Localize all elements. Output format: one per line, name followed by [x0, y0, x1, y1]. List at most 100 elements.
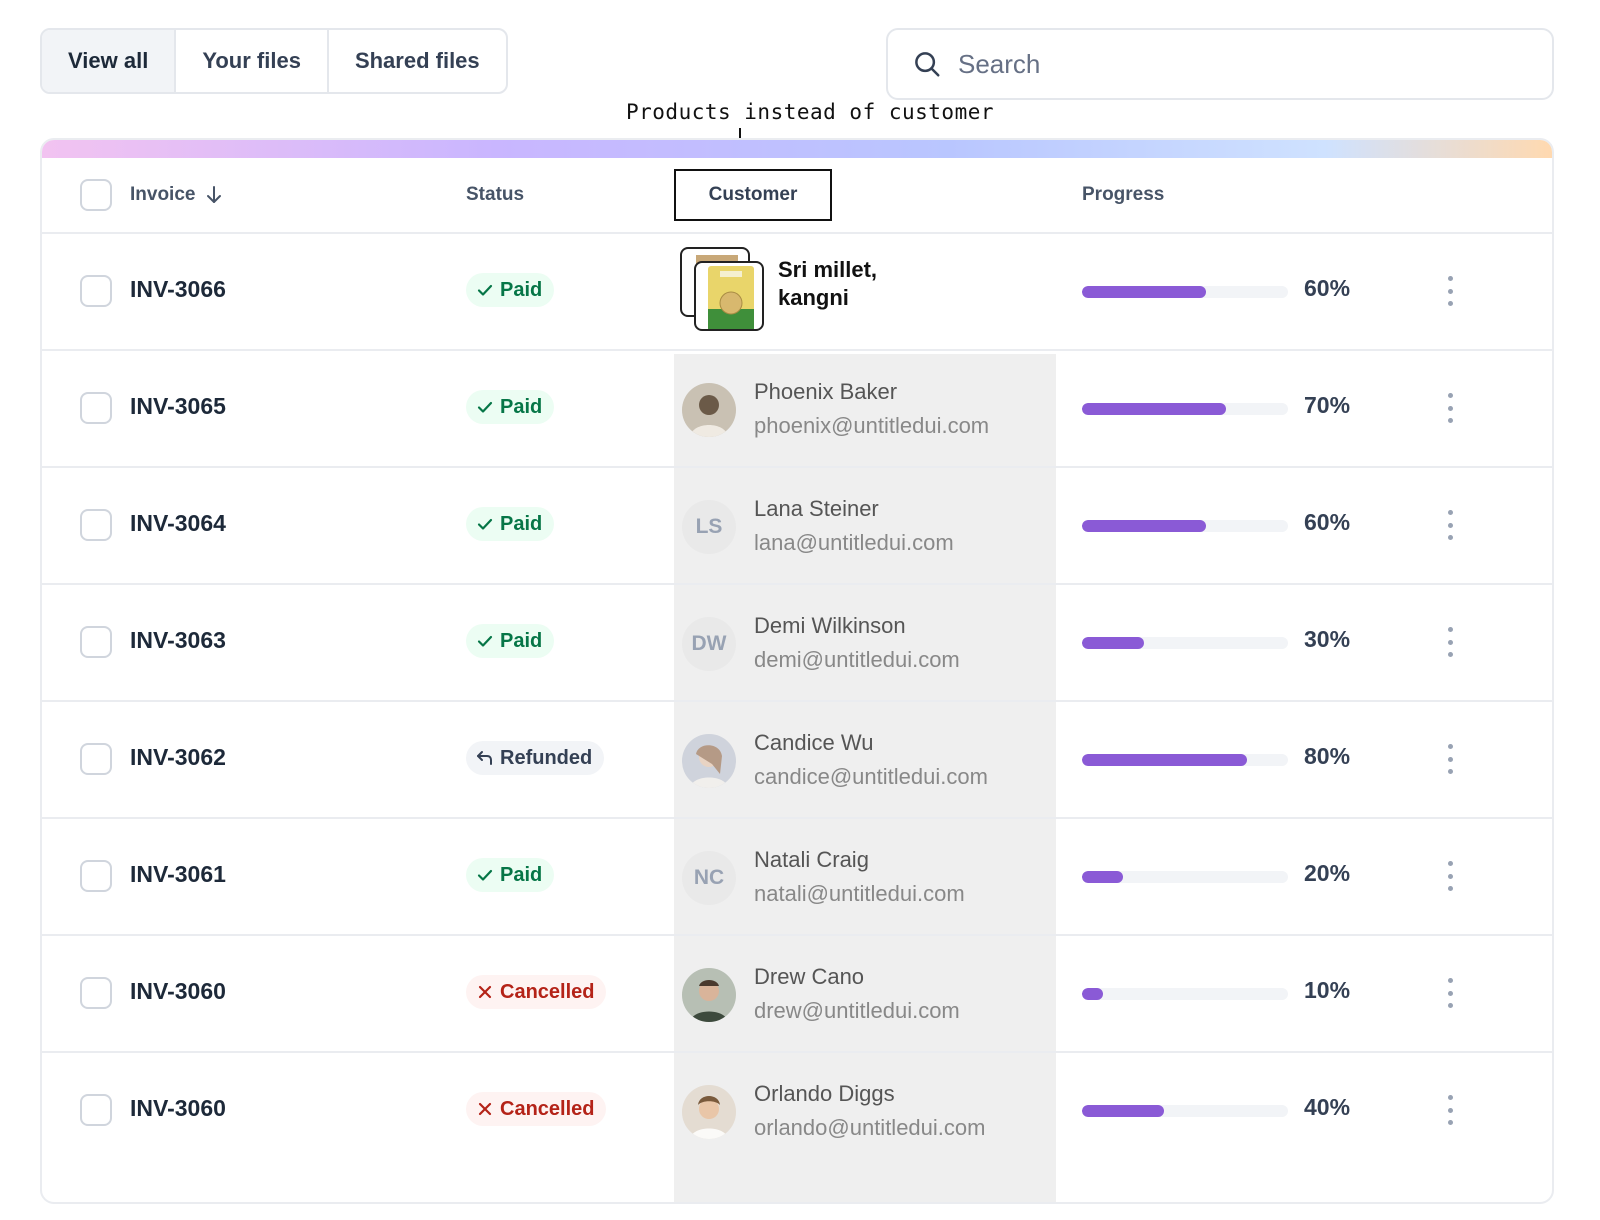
user-photo-icon: [682, 734, 736, 788]
status-label: Paid: [500, 863, 543, 886]
header-status: Status: [466, 184, 525, 205]
table-row[interactable]: INV-3060 Cancelled Orlando Diggs orlando…: [42, 1053, 1552, 1170]
row-checkbox[interactable]: [80, 626, 112, 658]
progress-bar: [1082, 988, 1288, 1000]
progress-bar: [1082, 286, 1288, 298]
user-photo-icon: [682, 968, 736, 1022]
progress-percent: 80%: [1304, 743, 1351, 769]
invoice-number: INV-3063: [130, 627, 226, 653]
progress-bar: [1082, 403, 1288, 415]
customer-email: demi@untitledui.com: [754, 647, 960, 672]
invoice-number: INV-3060: [130, 978, 226, 1004]
user-photo-icon: [682, 1085, 736, 1139]
status-badge: Paid: [466, 624, 555, 658]
header-invoice-label: Invoice: [130, 184, 196, 205]
row-checkbox[interactable]: [80, 977, 112, 1009]
invoice-number: INV-3062: [130, 744, 226, 770]
customer-email: natali@untitledui.com: [754, 881, 965, 906]
avatar: [682, 968, 736, 1022]
more-vertical-icon[interactable]: [1442, 978, 1458, 1008]
customer-email: candice@untitledui.com: [754, 764, 988, 789]
customer-name: Natali Craig: [754, 847, 869, 872]
table-row[interactable]: INV-3061 Paid NC Natali Craig natali@unt…: [42, 819, 1552, 936]
millet-package-icon: [708, 266, 754, 329]
avatar: [682, 383, 736, 437]
product-thumbnails: [680, 247, 770, 337]
progress-percent: 70%: [1304, 392, 1351, 418]
undo-arrow-icon: [477, 751, 492, 765]
status-badge: Paid: [466, 390, 555, 424]
progress-bar-fill: [1082, 520, 1206, 532]
progress-percent: 40%: [1304, 1094, 1351, 1120]
customer-email: drew@untitledui.com: [754, 998, 960, 1023]
customer-email: orlando@untitledui.com: [754, 1115, 986, 1140]
more-vertical-icon[interactable]: [1442, 393, 1458, 423]
avatar: [682, 734, 736, 788]
arrow-down-icon: [207, 186, 222, 203]
row-checkbox[interactable]: [80, 509, 112, 541]
invoice-table-page: View all Your files Shared files Product…: [0, 0, 1600, 1220]
progress-bar: [1082, 520, 1288, 532]
table-row[interactable]: INV-3066 Paid Sri millet, kangni 60%: [42, 234, 1552, 351]
more-vertical-icon[interactable]: [1442, 627, 1458, 657]
progress-bar-fill: [1082, 1105, 1165, 1117]
avatar: DW: [682, 617, 736, 671]
more-vertical-icon[interactable]: [1442, 1095, 1458, 1125]
header-progress: Progress: [1082, 184, 1165, 205]
row-checkbox[interactable]: [80, 392, 112, 424]
row-checkbox[interactable]: [80, 275, 112, 307]
status-badge: Refunded: [466, 741, 605, 775]
progress-percent: 60%: [1304, 509, 1351, 535]
status-label: Refunded: [500, 746, 593, 769]
more-vertical-icon[interactable]: [1442, 861, 1458, 891]
row-checkbox[interactable]: [80, 1094, 112, 1126]
x-icon: [478, 1102, 492, 1116]
file-filter-tabs: View all Your files Shared files: [40, 28, 508, 94]
more-vertical-icon[interactable]: [1442, 510, 1458, 540]
more-vertical-icon[interactable]: [1442, 744, 1458, 774]
user-photo-icon: [682, 383, 736, 437]
table-row[interactable]: INV-3060 Cancelled Drew Cano drew@untitl…: [42, 936, 1552, 1053]
tab-shared-files[interactable]: Shared files: [329, 30, 506, 92]
progress-bar-fill: [1082, 403, 1227, 415]
avatar: NC: [682, 851, 736, 905]
tab-your-files[interactable]: Your files: [176, 30, 329, 92]
status-badge: Paid: [466, 273, 555, 307]
customer-email: phoenix@untitledui.com: [754, 413, 990, 438]
status-badge: Paid: [466, 858, 555, 892]
row-checkbox[interactable]: [80, 860, 112, 892]
search-input[interactable]: [958, 48, 1518, 80]
customer-name: Phoenix Baker: [754, 379, 898, 404]
avatar: LS: [682, 500, 736, 554]
progress-percent: 30%: [1304, 626, 1351, 652]
customer-name: Demi Wilkinson: [754, 613, 906, 638]
table-row[interactable]: INV-3065 Paid Phoenix Baker phoenix@unti…: [42, 351, 1552, 468]
progress-bar-fill: [1082, 637, 1144, 649]
progress-bar: [1082, 871, 1288, 883]
progress-bar: [1082, 754, 1288, 766]
status-label: Cancelled: [500, 1097, 595, 1120]
search-box[interactable]: [886, 28, 1554, 100]
gradient-accent-bar: [42, 140, 1552, 158]
progress-percent: 10%: [1304, 977, 1351, 1003]
progress-bar-fill: [1082, 988, 1103, 1000]
tab-view-all[interactable]: View all: [42, 30, 177, 92]
table-row[interactable]: INV-3063 Paid DW Demi Wilkinson demi@unt…: [42, 585, 1552, 702]
invoice-number: INV-3065: [130, 393, 226, 419]
progress-bar-fill: [1082, 871, 1124, 883]
progress-percent: 20%: [1304, 860, 1351, 886]
invoice-table: Invoice Status Customer Progress INV-306…: [40, 138, 1554, 1204]
more-vertical-icon[interactable]: [1442, 276, 1458, 306]
customer-name: Lana Steiner: [754, 496, 879, 521]
row-checkbox[interactable]: [80, 743, 112, 775]
select-all-checkbox[interactable]: [80, 179, 112, 211]
search-icon: [915, 52, 940, 77]
header-invoice[interactable]: Invoice: [130, 184, 223, 206]
customer-name: Drew Cano: [754, 964, 865, 989]
table-row[interactable]: INV-3064 Paid LS Lana Steiner lana@untit…: [42, 468, 1552, 585]
table-row[interactable]: INV-3062 Refunded Candice Wu candice@unt…: [42, 702, 1552, 819]
product-name: Sri millet, kangni: [778, 257, 878, 310]
header-customer: Customer: [674, 169, 832, 221]
status-label: Paid: [500, 278, 543, 301]
invoice-number: INV-3061: [130, 861, 226, 887]
